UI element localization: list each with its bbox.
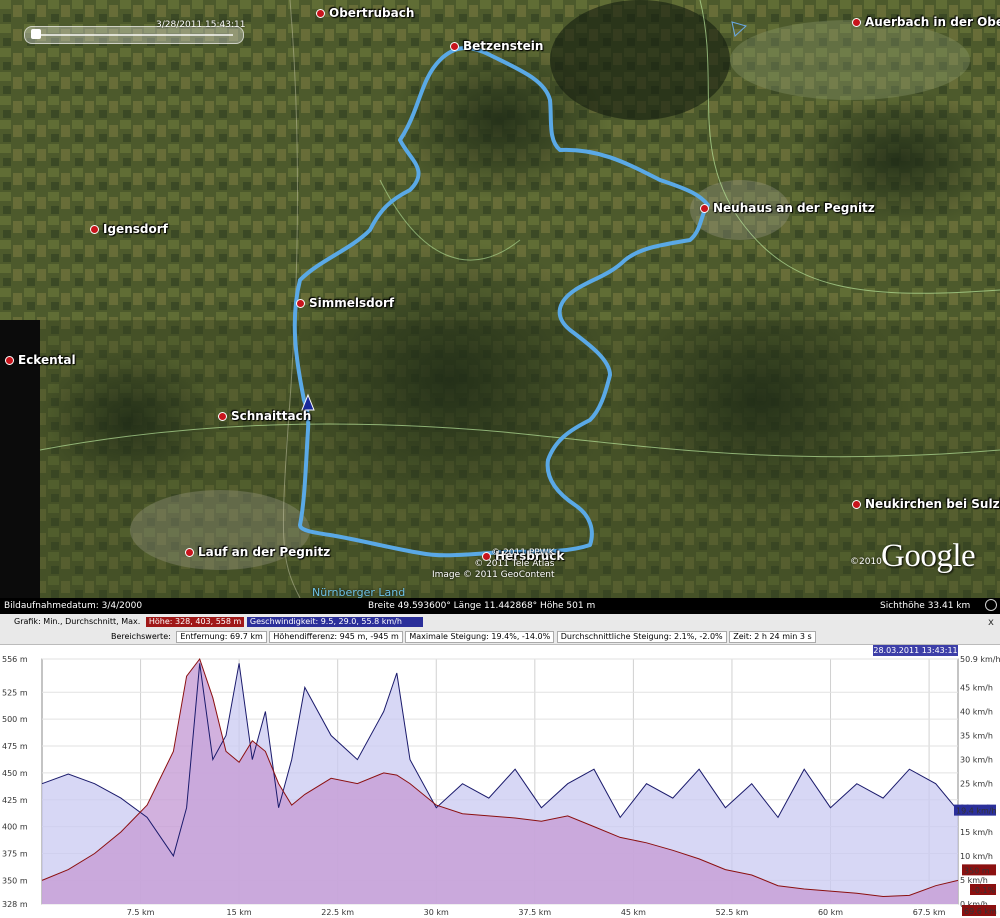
place-label[interactable]: Lauf an der Pegnitz: [185, 545, 330, 559]
y-left-tick-label: 400 m: [2, 823, 28, 832]
place-label[interactable]: Schnaittach: [218, 409, 311, 423]
y-left-tick-label: 475 m: [2, 742, 28, 751]
slider-track: [35, 34, 233, 36]
slider-time-label: 3/28/2011 15:43:11: [156, 20, 246, 30]
coordinates: Breite 49.593600° Länge 11.442868° Höhe …: [368, 601, 596, 611]
y-right-tick-label: 35 km/h: [960, 732, 993, 741]
y-left-tick-label: 500 m: [2, 715, 28, 724]
cursor-speed-label: 19.4 km/h: [956, 807, 997, 816]
max-slope-value: Maximale Steigung: 19.4%, -14.0%: [405, 631, 555, 643]
y-right-tick-label: 50.9 km/h: [960, 655, 1000, 664]
place-label[interactable]: Obertrubach: [316, 6, 414, 20]
satellite-terrain: [0, 0, 1000, 598]
place-label[interactable]: Igensdorf: [90, 222, 168, 236]
height-chip[interactable]: Höhe: 328, 403, 558 m: [145, 617, 245, 627]
place-name: Lauf an der Pegnitz: [198, 545, 331, 559]
x-tick-label: 30 km: [424, 908, 449, 917]
x-tick-label: 45 km: [621, 908, 646, 917]
y-right-tick-label: 15 km/h: [960, 828, 993, 837]
y-right-tick-label: 5 km/h: [960, 876, 988, 885]
y-left-tick-label: 425 m: [2, 796, 28, 805]
x-tick-label: 22.5 km: [321, 908, 354, 917]
place-name: Schnaittach: [231, 409, 312, 423]
cursor-height-label: 350 m: [964, 866, 990, 875]
region-label: Nürnberger Land: [312, 586, 406, 598]
compass-icon[interactable]: [985, 599, 997, 611]
place-marker-icon: [316, 9, 325, 18]
y-right-tick-label: 25 km/h: [960, 780, 993, 789]
cursor-distance-label: 69.6 km: [964, 907, 997, 916]
eye-altitude: Sichthöhe 33.41 km: [880, 601, 971, 611]
x-tick-label: 52.5 km: [716, 908, 749, 917]
place-marker-icon: [90, 225, 99, 234]
place-label[interactable]: Auerbach in der Ober: [852, 15, 1000, 29]
place-name: Neuhaus an der Pegnitz: [713, 201, 875, 215]
place-name: Simmelsdorf: [309, 296, 395, 310]
slider-knob[interactable]: [31, 29, 41, 39]
google-logo: Google: [881, 538, 976, 574]
imagery-date: Bildaufnahmedatum: 3/4/2000: [4, 601, 143, 611]
x-tick-label: 15 km: [227, 908, 252, 917]
place-marker-icon: [185, 548, 194, 557]
place-name: Igensdorf: [103, 222, 168, 236]
range-label: Bereichswerte:: [111, 632, 171, 641]
place-name: Auerbach in der Ober: [865, 15, 1000, 29]
place-name: Eckental: [18, 353, 76, 367]
place-name: Betzenstein: [463, 39, 544, 53]
elevation-profile: Grafik: Min., Durchschnitt, Max. Höhe: 3…: [0, 614, 1000, 918]
y-left-tick-label: 450 m: [2, 769, 28, 778]
place-marker-icon: [450, 42, 459, 51]
x-tick-label: 37.5 km: [518, 908, 551, 917]
place-name: Obertrubach: [329, 6, 415, 20]
copyright-line: © 2011 PPWK: [491, 548, 555, 558]
place-marker-icon: [5, 356, 14, 365]
place-marker-icon: [218, 412, 227, 421]
place-label[interactable]: Neuhaus an der Pegnitz: [700, 201, 875, 215]
place-label[interactable]: Eckental: [5, 353, 76, 367]
place-name: Neukirchen bei Sulzb: [865, 497, 1000, 511]
place-marker-icon: [700, 204, 709, 213]
x-tick-label: 7.5 km: [127, 908, 155, 917]
legend-prefix: Grafik: Min., Durchschnitt, Max.: [14, 617, 141, 626]
distance-value: Entfernung: 69.7 km: [176, 631, 267, 643]
time-value: Zeit: 2 h 24 min 3 s: [729, 631, 816, 643]
x-tick-label: 60 km: [818, 908, 843, 917]
place-marker-icon: [852, 18, 861, 27]
y-right-tick-label: 40 km/h: [960, 707, 993, 716]
y-left-tick-label: 556 m: [2, 655, 28, 664]
place-marker-icon: [296, 299, 305, 308]
y-left-tick-label: 375 m: [2, 849, 28, 858]
map-view[interactable]: 3/28/2011 15:43:11 Obertrubach Betzenstei…: [0, 0, 1000, 598]
status-bar: Bildaufnahmedatum: 3/4/2000 Breite 49.59…: [0, 598, 1000, 614]
avg-slope-value: Durchschnittliche Steigung: 2.1%, -2.0%: [556, 631, 727, 643]
y-right-tick-label: 45 km/h: [960, 683, 993, 692]
close-icon[interactable]: x: [988, 617, 994, 628]
place-marker-icon: [852, 500, 861, 509]
copyright-2010: ©2010: [850, 557, 882, 567]
copyright-line: Image © 2011 GeoContent: [432, 570, 555, 580]
place-label[interactable]: Simmelsdorf: [296, 296, 394, 310]
place-label[interactable]: Neukirchen bei Sulzb: [852, 497, 1000, 511]
x-tick-label: 67.5 km: [913, 908, 946, 917]
speed-chip[interactable]: Geschwindigkeit: 9.5, 29.0, 55.8 km/h: [246, 617, 423, 627]
y-right-tick-label: 10 km/h: [960, 852, 993, 861]
profile-chart[interactable]: 7.5 km 15 km 22.5 km 30 km 37.5 km 45 km 52.5 …: [0, 644, 1000, 918]
place-label[interactable]: Betzenstein: [450, 39, 543, 53]
y-left-tick-label: 328 m: [2, 900, 28, 909]
y-left-tick-label: 350 m: [2, 876, 28, 885]
copyright-text: © 2011 PPWK © 2011 Tele Atlas Image © 20…: [432, 548, 554, 581]
y-left-tick-label: 525 m: [2, 688, 28, 697]
cursor-slope-label: -0.1%: [972, 886, 996, 895]
height-diff-value: Höhendifferenz: 945 m, -945 m: [269, 631, 403, 643]
profile-legend: Grafik: Min., Durchschnitt, Max. Höhe: 3…: [0, 614, 1000, 645]
y-right-tick-label: 30 km/h: [960, 756, 993, 765]
copyright-line: © 2011 Tele Atlas: [474, 559, 555, 569]
